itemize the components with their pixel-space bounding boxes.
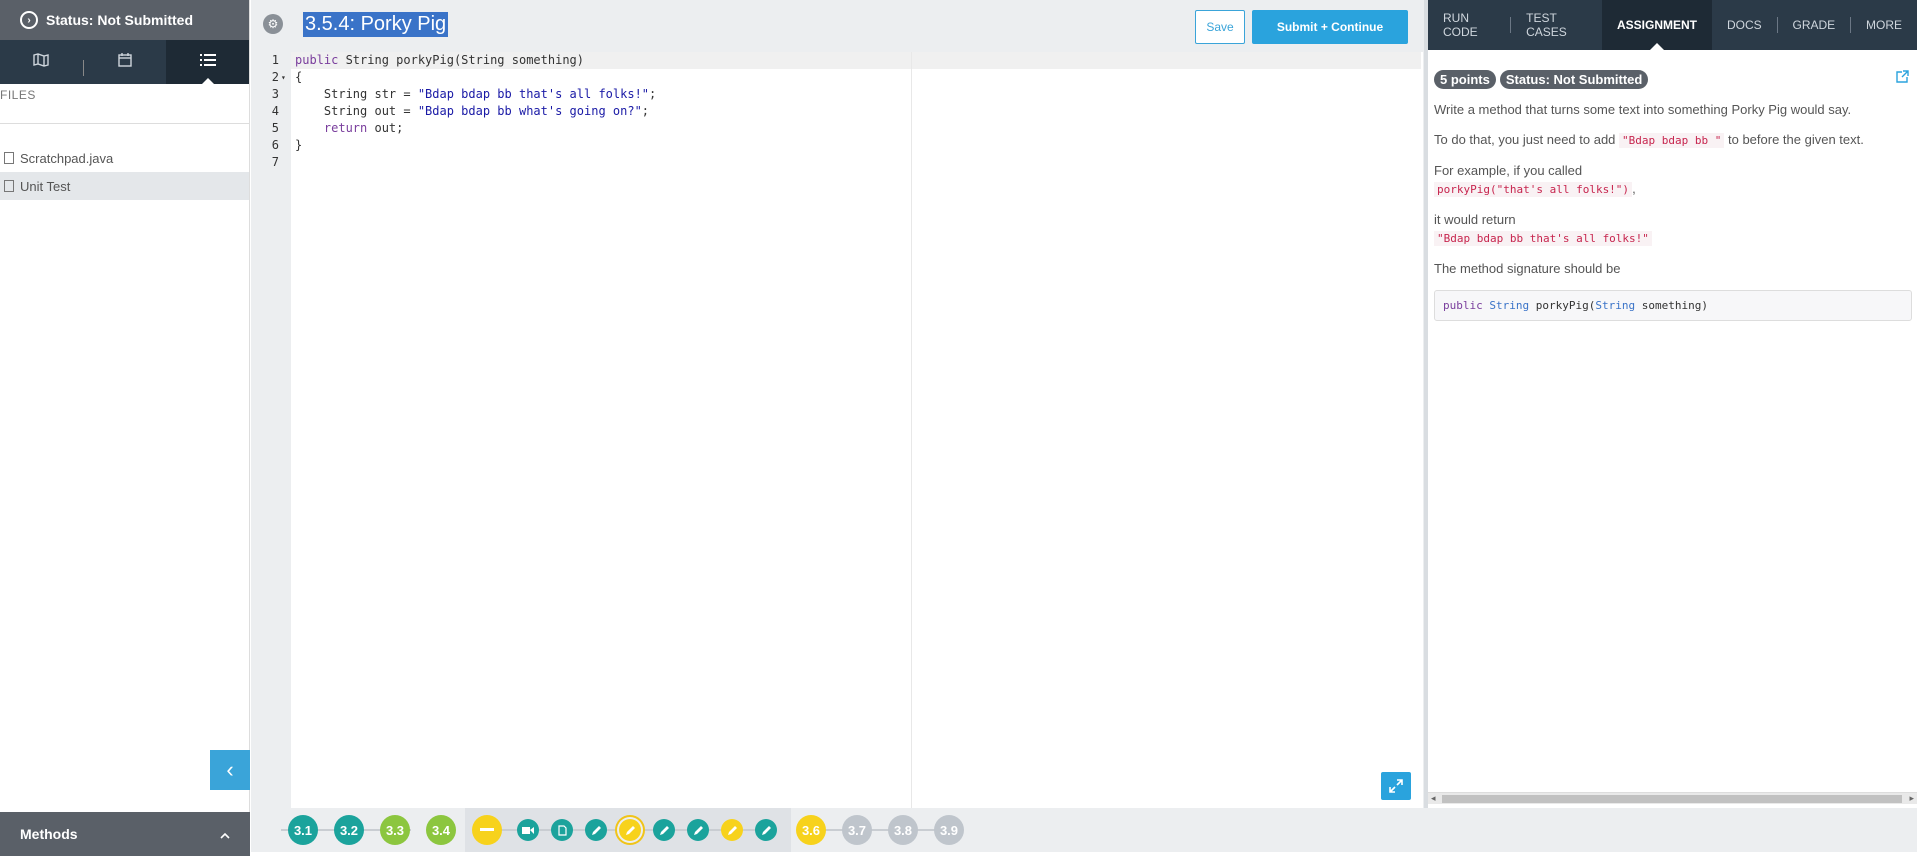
editor-area: ⚙ 3.5.4: Porky Pig Save Submit + Continu…	[251, 0, 1425, 808]
left-sidebar: › Status: Not Submitted FILES Scratchpad…	[0, 0, 250, 856]
connector	[811, 829, 951, 831]
lesson-node-3-3[interactable]: 3.3	[380, 815, 410, 845]
line-number: 1	[271, 53, 279, 67]
fold-arrow-icon[interactable]: ▾	[281, 69, 286, 86]
tab-calendar[interactable]	[84, 40, 167, 84]
scroll-left-icon[interactable]: ◂	[1431, 793, 1436, 804]
horizontal-scrollbar[interactable]: ◂ ▸	[1428, 792, 1917, 804]
code-line-3: String str = "Bdap bdap bb that's all fo…	[295, 87, 657, 101]
pencil-icon[interactable]	[755, 819, 777, 841]
chevron-right-circle-icon: ›	[20, 11, 38, 29]
code-line-4: String out = "Bdap bdap bb what's going …	[295, 104, 650, 118]
lesson-node-3-1[interactable]: 3.1	[288, 815, 318, 845]
gear-icon[interactable]: ⚙	[263, 14, 283, 34]
progress-bar: 3.1 3.2 3.3 3.4 3.6 3.7 3.8 3.9	[251, 808, 1917, 852]
collapse-sidebar-button[interactable]: ‹	[210, 750, 250, 790]
sidebar-tabs	[0, 40, 250, 85]
map-icon	[33, 52, 50, 72]
code-editor[interactable]: 1 2 ▾ 3 4 5 6 7 public String porkyPig(St…	[251, 52, 1423, 808]
pencil-icon[interactable]	[721, 819, 743, 841]
tab-map[interactable]	[0, 40, 83, 84]
tab-more[interactable]: MORE	[1851, 0, 1917, 50]
code-lines: public String porkyPig(String something)…	[295, 52, 656, 171]
line-number: 7	[271, 155, 279, 169]
lesson-node-3-8[interactable]: 3.8	[888, 815, 918, 845]
line-number-gutter: 1 2 ▾ 3 4 5 6 7	[251, 52, 291, 808]
tab-list[interactable]	[166, 40, 250, 85]
code-line-1: public String porkyPig(String something)	[295, 53, 584, 67]
tab-test-cases[interactable]: TEST CASES	[1511, 0, 1602, 50]
tab-docs[interactable]: DOCS	[1712, 0, 1777, 50]
pencil-icon[interactable]	[585, 819, 607, 841]
print-margin	[911, 52, 912, 808]
status-header[interactable]: › Status: Not Submitted	[0, 0, 249, 40]
editor-header: ⚙ 3.5.4: Porky Pig Save Submit + Continu…	[251, 0, 1425, 50]
scroll-thumb[interactable]	[1442, 795, 1902, 803]
files-heading: FILES	[0, 84, 249, 124]
inline-code: "Bdap bdap bb "	[1619, 133, 1725, 148]
file-icon	[4, 180, 14, 192]
status-badge: Status: Not Submitted	[1499, 70, 1649, 89]
save-button[interactable]: Save	[1195, 10, 1245, 44]
right-tabs: RUN CODE TEST CASES ASSIGNMENT DOCS GRAD…	[1428, 0, 1917, 50]
calendar-icon	[118, 52, 132, 72]
lesson-node-3-6[interactable]: 3.6	[796, 815, 826, 845]
inline-code: porkyPig("that's all folks!")	[1434, 182, 1633, 197]
line-number: 5	[271, 121, 279, 135]
right-panel: RUN CODE TEST CASES ASSIGNMENT DOCS GRAD…	[1424, 0, 1917, 808]
lesson-node-3-2[interactable]: 3.2	[334, 815, 364, 845]
page-title: 3.5.4: Porky Pig	[303, 12, 449, 37]
lesson-node-3-4[interactable]: 3.4	[426, 815, 456, 845]
methods-label: Methods	[20, 826, 78, 842]
badges: 5 points Status: Not Submitted	[1434, 70, 1909, 89]
pencil-icon[interactable]	[653, 819, 675, 841]
list-icon	[199, 53, 216, 72]
lesson-node-3-9[interactable]: 3.9	[934, 815, 964, 845]
submit-continue-button[interactable]: Submit + Continue	[1252, 10, 1408, 44]
line-number: 6	[271, 138, 279, 152]
tab-assignment[interactable]: ASSIGNMENT	[1601, 0, 1712, 50]
file-icon	[4, 152, 14, 164]
scroll-right-icon[interactable]: ▸	[1909, 793, 1914, 804]
code-line-5: return out;	[295, 121, 404, 135]
chevron-left-icon: ‹	[226, 757, 234, 782]
instruction-text: Write a method that turns some text into…	[1434, 102, 1852, 117]
instruction-text: To do that, you just need to add "Bdap b…	[1434, 132, 1864, 148]
code-line-2: {	[295, 70, 303, 84]
inline-code: "Bdap bdap bb that's all folks!"	[1434, 231, 1652, 246]
instruction-text: For example, if you called porkyPig("that…	[1434, 163, 1636, 197]
chevron-up-icon	[220, 826, 230, 842]
pencil-icon[interactable]	[687, 819, 709, 841]
file-item-unit-test[interactable]: Unit Test	[0, 172, 249, 200]
assignment-content: 5 points Status: Not Submitted Write a m…	[1428, 50, 1917, 321]
code-line-6: }	[295, 138, 303, 152]
expand-icon[interactable]	[1381, 772, 1411, 800]
tab-run-code[interactable]: RUN CODE	[1428, 0, 1510, 50]
file-name: Unit Test	[20, 178, 71, 194]
external-link-icon[interactable]	[1896, 70, 1909, 86]
file-list: Scratchpad.java Unit Test	[0, 144, 249, 200]
lesson-node-3-5-current[interactable]	[472, 815, 502, 845]
line-number: 4	[271, 104, 279, 118]
points-badge: 5 points	[1434, 70, 1496, 89]
line-number: 2 ▾	[271, 69, 286, 86]
lesson-node-3-7[interactable]: 3.7	[842, 815, 872, 845]
file-name: Scratchpad.java	[20, 150, 114, 166]
video-icon[interactable]	[517, 819, 539, 841]
file-item-scratchpad[interactable]: Scratchpad.java	[0, 144, 249, 172]
methods-panel-toggle[interactable]: Methods	[0, 812, 250, 856]
line-number: 3	[271, 87, 279, 101]
status-label: Status: Not Submitted	[46, 12, 193, 28]
pencil-icon-current[interactable]	[619, 819, 641, 841]
app-root: › Status: Not Submitted FILES Scratchpad…	[0, 0, 1917, 856]
tab-grade[interactable]: GRADE	[1777, 0, 1850, 50]
instruction-text: it would return "Bdap bdap bb that's all …	[1434, 211, 1909, 248]
method-signature-block: public String porkyPig(String something)	[1434, 290, 1912, 321]
instruction-text: The method signature should be	[1434, 261, 1621, 276]
document-icon[interactable]	[551, 819, 573, 841]
